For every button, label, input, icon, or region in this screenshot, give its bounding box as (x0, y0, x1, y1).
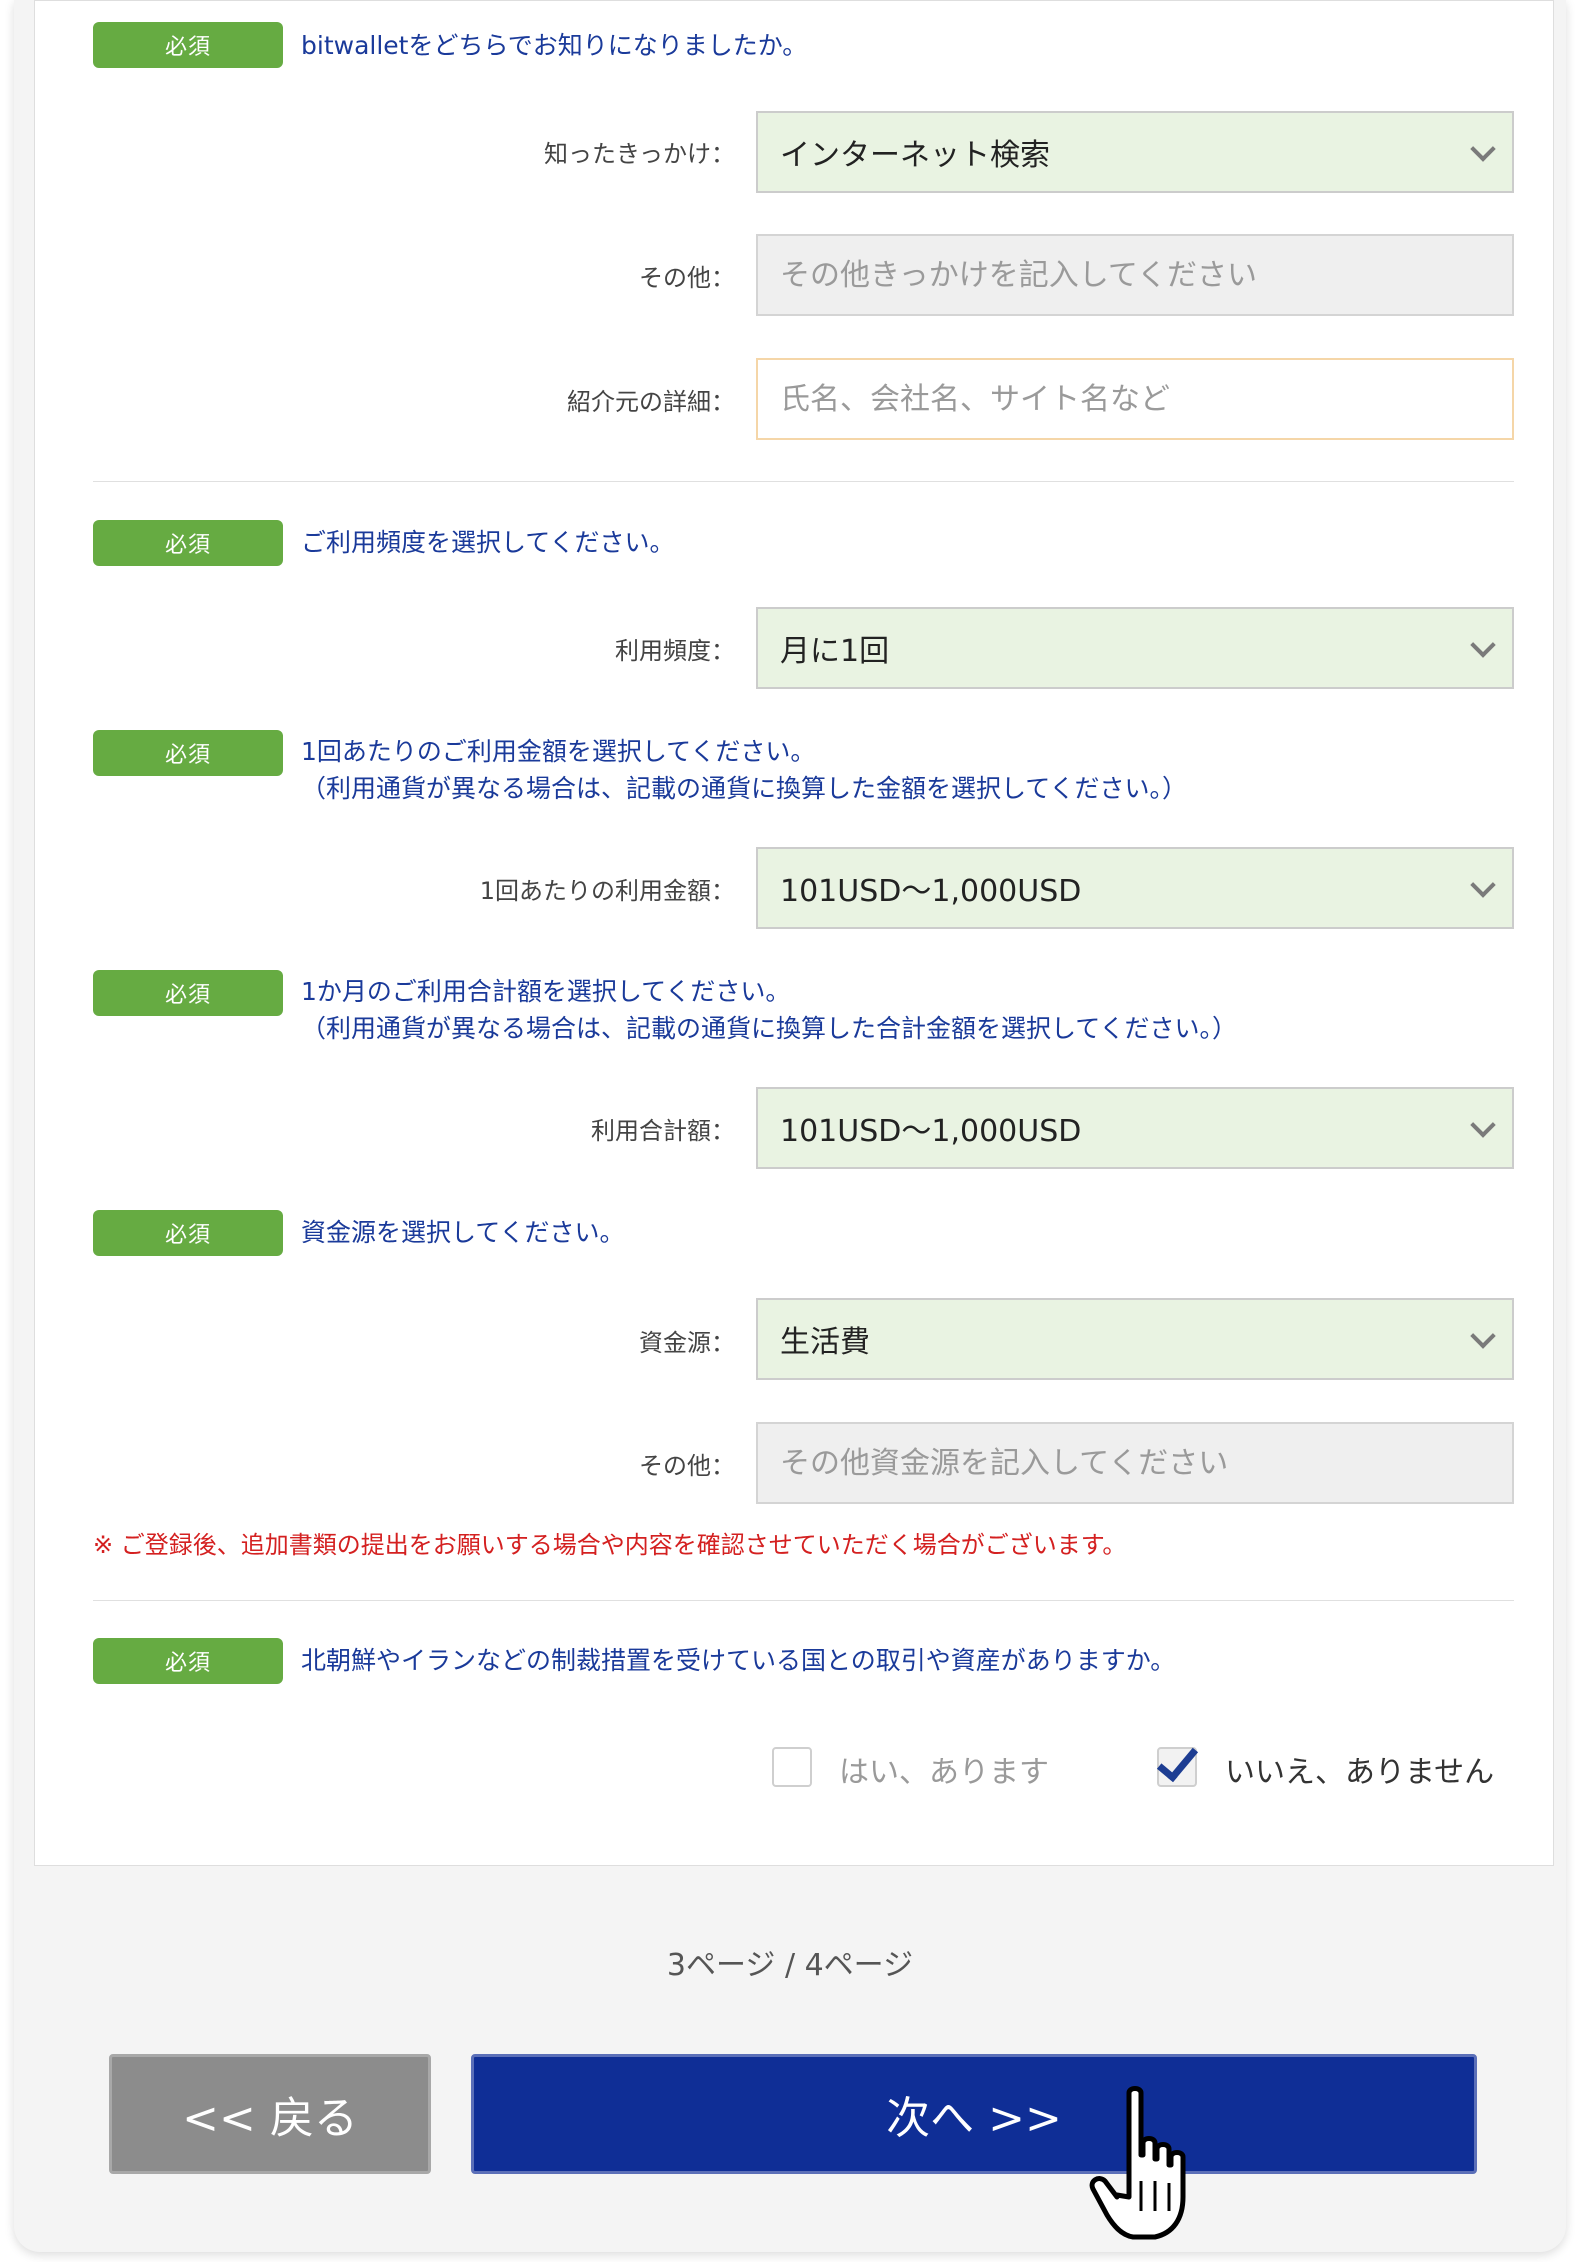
select-referral-source[interactable]: インターネット検索 (756, 111, 1514, 193)
label-referral-other: その他： (639, 264, 735, 292)
next-button[interactable]: 次へ >> (471, 2054, 1477, 2174)
notice-additional-documents: ※ ご登録後、追加書類の提出をお願いする場合や内容を確認させていただく場合がござ… (93, 1531, 1127, 1559)
chevron-down-icon (1470, 1112, 1496, 1138)
input-referral-other[interactable] (756, 234, 1514, 316)
select-source-of-funds[interactable]: 生活費 (756, 1298, 1514, 1380)
required-badge: 必須 (93, 22, 283, 68)
select-amount-per-use-value: 101USD〜1,000USD (780, 874, 1082, 909)
checkbox-sanctions-yes-label[interactable]: はい、あります (839, 1747, 1049, 1791)
divider (93, 1600, 1514, 1601)
chevron-down-icon (1470, 632, 1496, 658)
required-badge: 必須 (93, 1638, 283, 1684)
chevron-down-icon (1470, 1323, 1496, 1349)
label-amount-per-use: 1回あたりの利用金額： (479, 877, 735, 905)
select-usage-frequency-value: 月に1回 (780, 634, 890, 669)
required-badge: 必須 (93, 730, 283, 776)
question-source-of-funds: 資金源を選択してください。 (301, 1218, 625, 1247)
required-badge: 必須 (93, 520, 283, 566)
question-usage-frequency: ご利用頻度を選択してください。 (301, 528, 675, 557)
chevron-down-icon (1470, 136, 1496, 162)
select-monthly-total[interactable]: 101USD〜1,000USD (756, 1087, 1514, 1169)
required-badge: 必須 (93, 1210, 283, 1256)
question-referral-source: bitwalletをどちらでお知りになりましたか。 (301, 31, 808, 60)
checkbox-sanctions-yes[interactable] (772, 1747, 812, 1787)
back-button[interactable]: << 戻る (109, 2054, 431, 2174)
checkmark-icon (1156, 1738, 1199, 1783)
label-referral-source: 知ったきっかけ： (543, 140, 735, 168)
question-monthly-total: 1か月のご利用合計額を選択してください。 （利用通貨が異なる場合は、記載の通貨に… (301, 977, 1238, 1043)
page-frame: 必須 bitwalletをどちらでお知りになりましたか。 知ったきっかけ： イン… (14, 0, 1566, 2252)
select-source-of-funds-value: 生活費 (780, 1325, 870, 1360)
hand-pointer-icon (1089, 2086, 1186, 2240)
checkbox-sanctions-no-label[interactable]: いいえ、ありません (1225, 1747, 1494, 1791)
question-sanctions: 北朝鮮やイランなどの制裁措置を受けている国との取引や資産がありますか。 (301, 1646, 1176, 1675)
question-amount-per-use: 1回あたりのご利用金額を選択してください。 （利用通貨が異なる場合は、記載の通貨… (301, 737, 1188, 803)
label-monthly-total: 利用合計額： (591, 1117, 735, 1145)
form-card: 必須 bitwalletをどちらでお知りになりましたか。 知ったきっかけ： イン… (34, 0, 1554, 1866)
label-usage-frequency: 利用頻度： (615, 637, 735, 665)
checkbox-sanctions-no[interactable] (1156, 1738, 1199, 1787)
label-referrer-detail: 紹介元の詳細： (567, 388, 735, 416)
select-usage-frequency[interactable]: 月に1回 (756, 607, 1514, 689)
chevron-down-icon (1470, 872, 1496, 898)
input-funds-other[interactable] (756, 1422, 1514, 1504)
select-monthly-total-value: 101USD〜1,000USD (780, 1114, 1082, 1149)
label-source-of-funds: 資金源： (639, 1329, 735, 1357)
input-referrer-detail[interactable] (756, 358, 1514, 440)
page-indicator: 3ページ / 4ページ (666, 1948, 914, 1983)
select-amount-per-use[interactable]: 101USD〜1,000USD (756, 847, 1514, 929)
divider (93, 481, 1514, 482)
required-badge: 必須 (93, 970, 283, 1016)
label-funds-other: その他： (639, 1452, 735, 1480)
select-referral-source-value: インターネット検索 (780, 138, 1050, 173)
